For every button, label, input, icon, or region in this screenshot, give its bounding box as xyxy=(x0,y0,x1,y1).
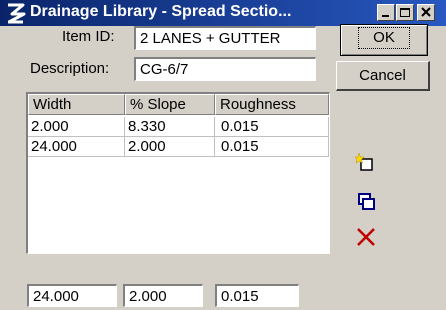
item-id-field[interactable]: 2 LANES + GUTTER xyxy=(134,26,316,50)
cancel-button[interactable]: Cancel xyxy=(336,61,430,91)
slope-edit-field[interactable]: 2.000 xyxy=(123,284,203,307)
drainage-library-dialog: Drainage Library - Spread Sectio... Item… xyxy=(0,0,446,310)
column-header-roughness[interactable]: Roughness xyxy=(215,94,329,115)
roughness-edit-field[interactable]: 0.015 xyxy=(215,284,299,307)
cell-width: 2.000 xyxy=(28,117,125,137)
cell-slope: 2.000 xyxy=(125,137,215,157)
minimize-icon xyxy=(382,15,389,17)
maximize-button[interactable] xyxy=(396,4,414,21)
description-field[interactable]: CG-6/7 xyxy=(134,57,316,81)
maximize-icon xyxy=(400,8,410,17)
column-header-slope[interactable]: % Slope xyxy=(125,94,215,115)
add-row-icon[interactable] xyxy=(355,151,377,173)
window-title: Drainage Library - Spread Sectio... xyxy=(30,3,292,20)
delete-row-icon[interactable] xyxy=(355,226,377,248)
description-label: Description: xyxy=(30,60,110,77)
close-icon xyxy=(421,7,431,17)
column-header-width[interactable]: Width xyxy=(28,94,125,115)
cell-roughness: 0.015 xyxy=(215,117,329,137)
title-bar[interactable]: Drainage Library - Spread Sectio... xyxy=(0,0,446,26)
item-id-label: Item ID: xyxy=(62,28,115,45)
minimize-button[interactable] xyxy=(377,4,395,21)
ok-button[interactable]: OK xyxy=(340,24,428,56)
cell-slope: 8.330 xyxy=(125,117,215,137)
cell-width: 24.000 xyxy=(28,137,125,157)
cell-roughness: 0.015 xyxy=(215,137,329,157)
copy-row-icon[interactable] xyxy=(355,191,377,213)
ok-button-label: OK xyxy=(358,27,410,49)
app-logo-icon xyxy=(8,3,26,24)
close-button[interactable] xyxy=(417,4,435,21)
width-edit-field[interactable]: 24.000 xyxy=(27,284,117,307)
spread-section-table[interactable]: Width % Slope Roughness 2.000 8.330 0.01… xyxy=(26,92,330,254)
